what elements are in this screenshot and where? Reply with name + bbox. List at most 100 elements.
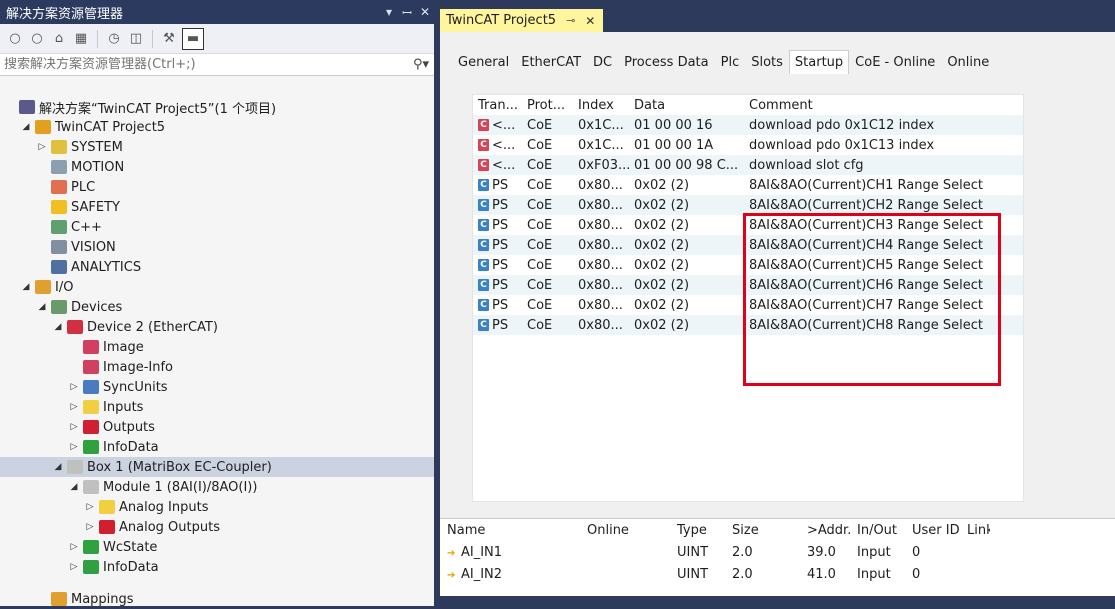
preview-selected-icon[interactable]: ▬ xyxy=(182,27,204,50)
close-icon[interactable]: ✕ xyxy=(416,5,434,19)
collapsed-arrow-icon[interactable]: ▷ xyxy=(84,502,96,512)
tree-node[interactable]: ▷ WcState xyxy=(0,537,434,557)
collapsed-arrow-icon[interactable]: ▷ xyxy=(68,382,80,392)
forward-icon[interactable]: ○ xyxy=(28,28,46,50)
tree-node[interactable]: MOTION xyxy=(0,157,434,177)
expanded-arrow-icon[interactable]: ◢ xyxy=(52,462,64,472)
collapsed-arrow-icon[interactable]: ▷ xyxy=(68,442,80,452)
window-position-dropdown-icon[interactable]: ▾ xyxy=(380,5,398,19)
tree-node[interactable]: C++ xyxy=(0,217,434,237)
tree-node[interactable]: ▷ Analog Inputs xyxy=(0,497,434,517)
tab-ethercat[interactable]: EtherCAT xyxy=(515,50,587,74)
tab-coe-online[interactable]: CoE - Online xyxy=(849,50,941,74)
pending-changes-icon[interactable]: ◷ xyxy=(105,28,123,50)
tree-node[interactable]: ANALYTICS xyxy=(0,257,434,277)
expanded-arrow-icon[interactable]: ◢ xyxy=(20,282,32,292)
tree-node[interactable]: ◢ Box 1 (MatriBox EC-Coupler) xyxy=(0,457,434,477)
column-header-comment[interactable]: Comment xyxy=(744,98,1014,113)
startup-row[interactable]: C PS CoE 0x80... 0x02 (2) 8AI&8AO(Current)CH7… xyxy=(473,295,1023,315)
transition-text: PS xyxy=(492,237,509,253)
collapsed-arrow-icon[interactable]: ▷ xyxy=(68,402,80,412)
column-header-online[interactable]: Online xyxy=(580,523,670,538)
tab-process-data[interactable]: Process Data xyxy=(618,50,715,74)
expanded-arrow-icon[interactable]: ◢ xyxy=(20,122,32,132)
tree-node[interactable]: ▷ InfoData xyxy=(0,437,434,457)
tab-general[interactable]: General xyxy=(452,50,515,74)
expanded-arrow-icon[interactable]: ◢ xyxy=(52,322,64,332)
collapsed-arrow-icon[interactable]: ▷ xyxy=(84,522,96,532)
solution-explorer-title: 解决方案资源管理器 xyxy=(6,6,124,22)
column-header-in-out[interactable]: In/Out xyxy=(850,523,905,538)
tree-node[interactable]: ▷ Outputs xyxy=(0,417,434,437)
variable-row[interactable]: ➔ AI_IN1 UINT 2.0 39.0 Input 0 xyxy=(440,541,1115,563)
expanded-arrow-icon[interactable]: ◢ xyxy=(68,482,80,492)
back-icon[interactable]: ○ xyxy=(6,28,24,50)
startup-row[interactable]: C PS CoE 0x80... 0x02 (2) 8AI&8AO(Current)CH5… xyxy=(473,255,1023,275)
startup-row[interactable]: C <... CoE 0x1C... 01 00 00 1A download pdo 0… xyxy=(473,135,1023,155)
collapsed-arrow-icon[interactable]: ▷ xyxy=(68,542,80,552)
tree-node[interactable]: 解决方案“TwinCAT Project5”(1 个项目) xyxy=(0,97,434,117)
column-header-type[interactable]: Type xyxy=(670,523,725,538)
tree-node[interactable]: SAFETY xyxy=(0,197,434,217)
tree-node[interactable]: Image-Info xyxy=(0,357,434,377)
startup-row[interactable]: C PS CoE 0x80... 0x02 (2) 8AI&8AO(Current)CH6… xyxy=(473,275,1023,295)
tab-online[interactable]: Online xyxy=(941,50,995,74)
column-header-protocol[interactable]: Prot... xyxy=(522,98,573,113)
collapsed-arrow-icon[interactable]: ▷ xyxy=(68,562,80,572)
startup-row[interactable]: C PS CoE 0x80... 0x02 (2) 8AI&8AO(Current)CH2… xyxy=(473,195,1023,215)
tree-node[interactable]: ▷ SYSTEM xyxy=(0,137,434,157)
tree-node[interactable]: ◢ Module 1 (8AI(I)/8AO(I)) xyxy=(0,477,434,497)
tree-node[interactable]: VISION xyxy=(0,237,434,257)
tree-node[interactable]: ◢ Devices xyxy=(0,297,434,317)
startup-row[interactable]: C PS CoE 0x80... 0x02 (2) 8AI&8AO(Current)CH8… xyxy=(473,315,1023,335)
startup-row[interactable]: C <... CoE 0xF03... 01 00 00 98 C... download… xyxy=(473,155,1023,175)
column-header-data[interactable]: Data xyxy=(629,98,744,113)
pin-tab-icon[interactable]: ⊸ xyxy=(566,14,575,27)
startup-row[interactable]: C <... CoE 0x1C... 01 00 00 16 download pdo 0… xyxy=(473,115,1023,135)
index-cell: 0x1C... xyxy=(578,117,624,133)
tree-node[interactable]: ◢ Device 2 (EtherCAT) xyxy=(0,317,434,337)
collapse-all-icon[interactable]: ◫ xyxy=(127,28,145,50)
column-header-transition[interactable]: Tran... xyxy=(473,98,522,113)
tree-node-label: Device 2 (EtherCAT) xyxy=(87,319,218,335)
tree-node[interactable]: PLC xyxy=(0,177,434,197)
column-header-address[interactable]: >Addr... xyxy=(800,523,850,538)
tab-plc[interactable]: Plc xyxy=(715,50,746,74)
startup-row[interactable]: C PS CoE 0x80... 0x02 (2) 8AI&8AO(Current)CH4… xyxy=(473,235,1023,255)
startup-row[interactable]: C PS CoE 0x80... 0x02 (2) 8AI&8AO(Current)CH3… xyxy=(473,215,1023,235)
tab-startup[interactable]: Startup xyxy=(788,50,850,74)
column-header-name[interactable]: Name xyxy=(440,523,495,538)
solution-search-input[interactable] xyxy=(4,57,408,72)
tab-dc[interactable]: DC xyxy=(587,50,618,74)
column-header-size[interactable]: Size xyxy=(725,523,800,538)
tree-node[interactable]: ▷ SyncUnits xyxy=(0,377,434,397)
variable-row[interactable]: ➔ AI_IN2 UINT 2.0 41.0 Input 0 xyxy=(440,563,1115,585)
document-tab[interactable]: TwinCAT Project5 ⊸ ✕ xyxy=(440,9,604,32)
expanded-arrow-icon[interactable]: ◢ xyxy=(36,302,48,312)
tab-slots[interactable]: Slots xyxy=(745,50,789,74)
tree-node[interactable]: ▷ Inputs xyxy=(0,397,434,417)
tree-node-label: Module 1 (8AI(I)/8AO(I)) xyxy=(103,479,258,495)
tree-node[interactable]: Mappings xyxy=(0,589,434,609)
data-cell: 01 00 00 16 xyxy=(634,117,713,133)
search-icon[interactable]: ⚲▾ xyxy=(408,57,434,72)
pin-icon[interactable]: ꟷ xyxy=(398,4,416,21)
data-cell: 0x02 (2) xyxy=(634,257,690,273)
collapsed-arrow-icon[interactable]: ▷ xyxy=(36,142,48,152)
collapsed-arrow-icon[interactable]: ▷ xyxy=(68,422,80,432)
tree-node[interactable]: ◢ I/O xyxy=(0,277,434,297)
tree-node[interactable]: ▷ InfoData xyxy=(0,557,434,577)
tree-node[interactable]: ▷ Analog Outputs xyxy=(0,517,434,537)
home-icon[interactable]: ⌂ xyxy=(50,28,68,50)
column-header-user-id[interactable]: User ID xyxy=(905,523,960,538)
close-tab-icon[interactable]: ✕ xyxy=(585,14,595,28)
sync-view-icon[interactable]: ▦ xyxy=(72,28,90,50)
data-cell: 0x02 (2) xyxy=(634,217,690,233)
tree-node[interactable]: Image xyxy=(0,337,434,357)
properties-wrench-icon[interactable]: ⚒ xyxy=(160,28,178,50)
column-header-link[interactable]: Link xyxy=(960,523,990,538)
tree-node[interactable]: ◢ TwinCAT Project5 xyxy=(0,117,434,137)
startup-row[interactable]: C PS CoE 0x80... 0x02 (2) 8AI&8AO(Current)CH1… xyxy=(473,175,1023,195)
solution-search-box[interactable]: ⚲▾ xyxy=(0,54,434,76)
column-header-index[interactable]: Index xyxy=(573,98,629,113)
